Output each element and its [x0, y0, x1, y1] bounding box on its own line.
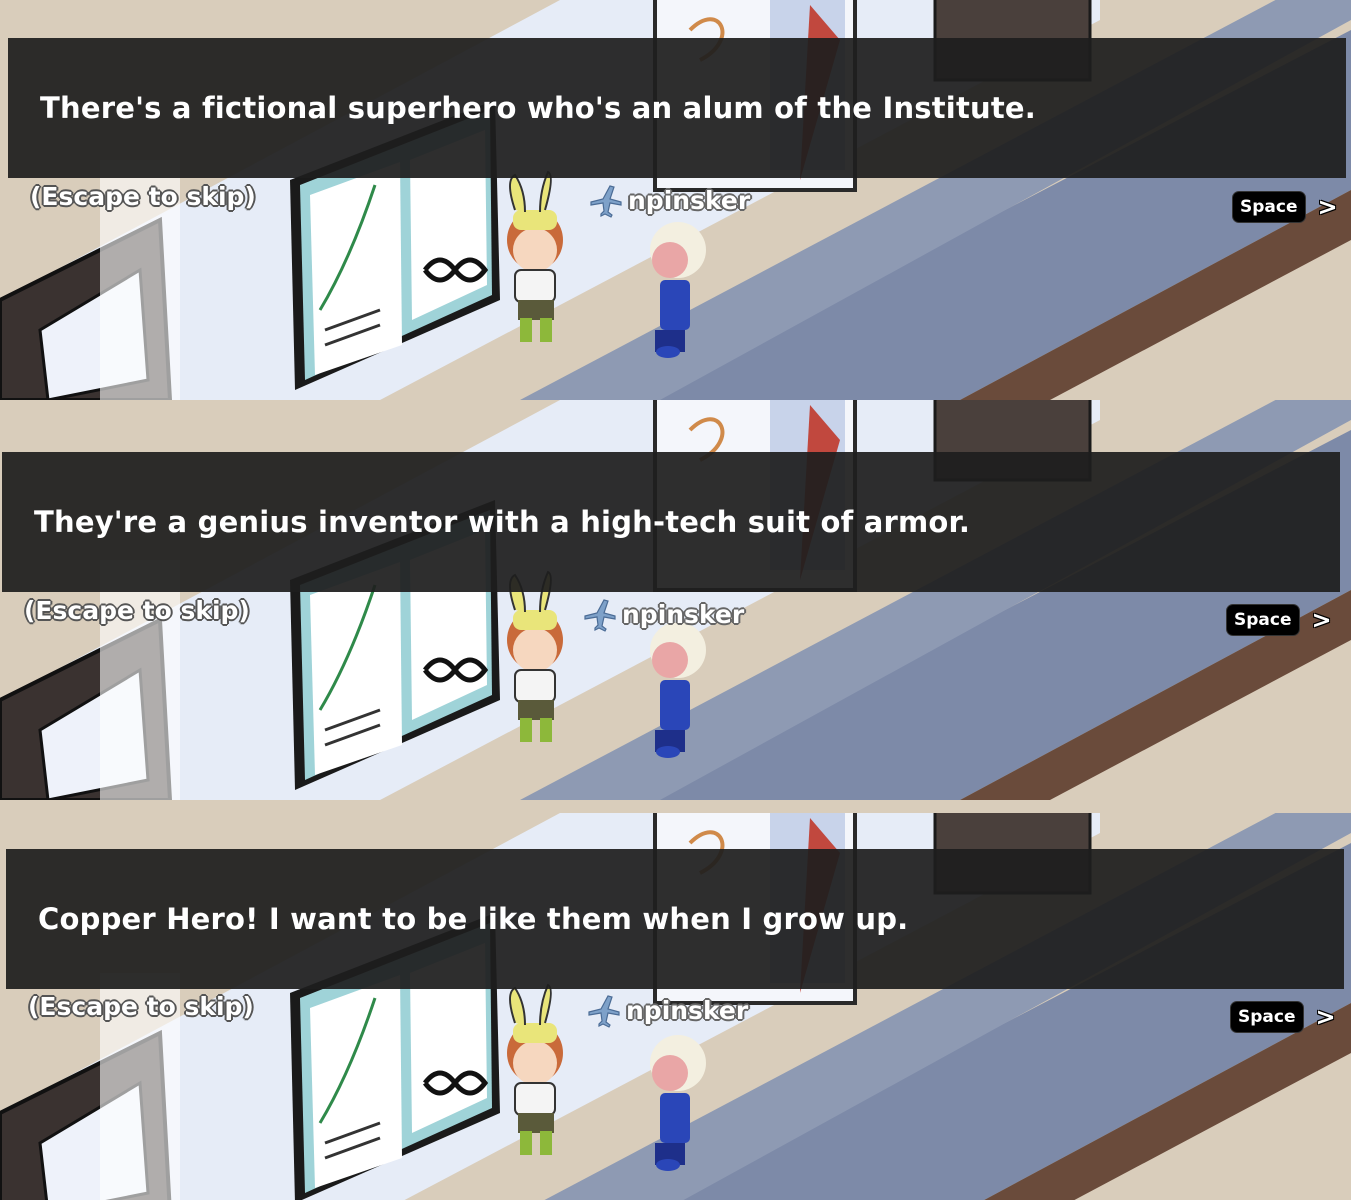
username-label: npinsker — [622, 599, 745, 629]
airplane-icon — [590, 185, 622, 218]
airplane-icon — [588, 995, 620, 1028]
player-nametag: npinsker — [586, 992, 748, 1028]
player-nametag: npinsker — [588, 182, 750, 218]
chevron-right-icon: > — [1317, 193, 1338, 221]
dialog-text: There's a fictional superhero who's an a… — [40, 91, 1037, 125]
space-key-label: Space — [1230, 1001, 1304, 1033]
space-key-label: Space — [1226, 604, 1300, 636]
skip-hint[interactable]: (Escape to skip) — [24, 596, 250, 625]
chevron-right-icon: > — [1315, 1003, 1336, 1031]
airplane-icon — [584, 599, 616, 632]
username-label: npinsker — [626, 995, 749, 1025]
dialog-text: They're a genius inventor with a high-te… — [34, 505, 971, 539]
dialog-text: Copper Hero! I want to be like them when… — [38, 902, 909, 936]
dialog-panel-3: Copper Hero! I want to be like them when… — [0, 813, 1351, 1200]
dialog-panel-2: They're a genius inventor with a high-te… — [0, 400, 1351, 813]
advance-button[interactable]: Space > — [1232, 191, 1338, 223]
skip-hint[interactable]: (Escape to skip) — [30, 182, 256, 211]
dialog-panel-1: There's a fictional superhero who's an a… — [0, 0, 1351, 400]
username-label: npinsker — [628, 185, 751, 215]
advance-button[interactable]: Space > — [1230, 1001, 1336, 1033]
advance-button[interactable]: Space > — [1226, 604, 1332, 636]
dialog-box[interactable]: There's a fictional superhero who's an a… — [8, 38, 1346, 178]
dialog-box[interactable]: They're a genius inventor with a high-te… — [2, 452, 1340, 592]
chevron-right-icon: > — [1311, 606, 1332, 634]
skip-hint[interactable]: (Escape to skip) — [28, 992, 254, 1021]
dialog-box[interactable]: Copper Hero! I want to be like them when… — [6, 849, 1344, 989]
player-nametag: npinsker — [582, 596, 744, 632]
space-key-label: Space — [1232, 191, 1306, 223]
